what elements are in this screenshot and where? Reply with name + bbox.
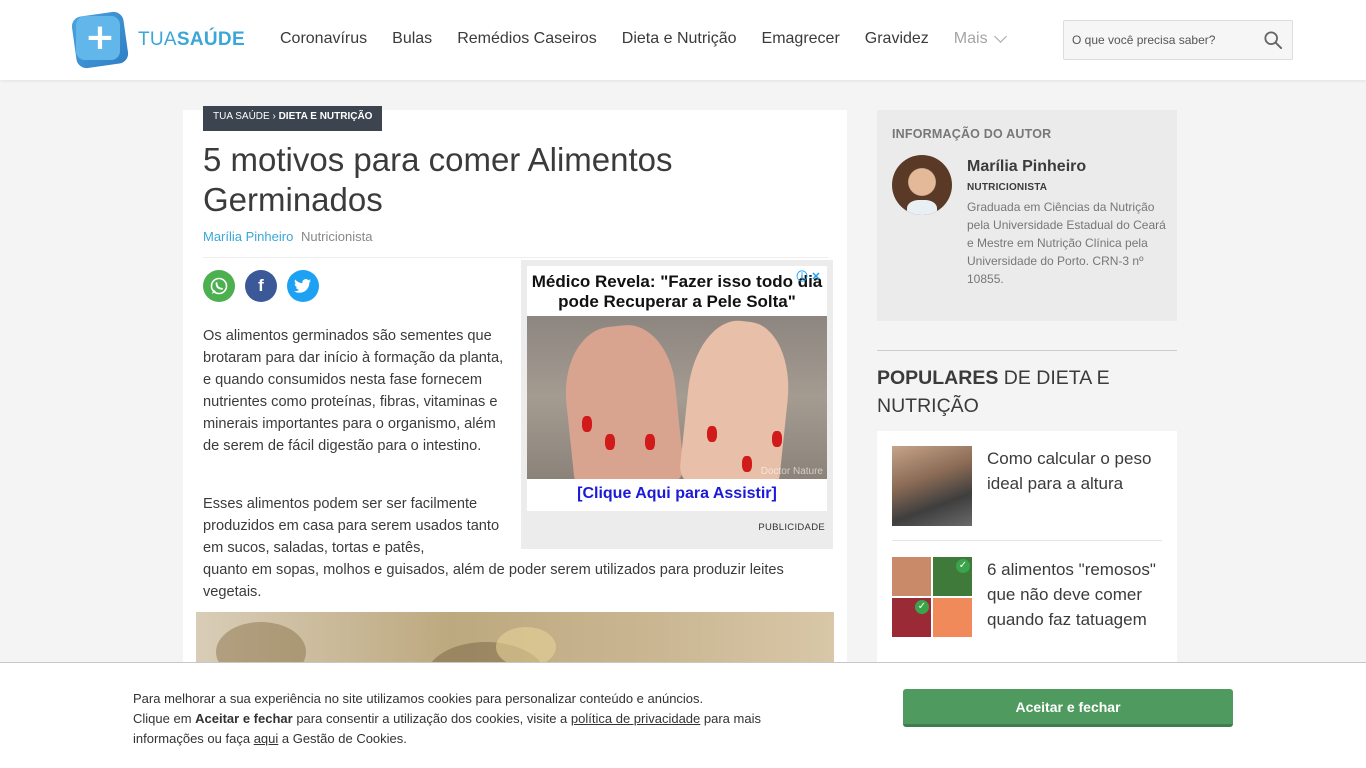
breadcrumb-separator: › bbox=[269, 111, 279, 122]
article-title: 5 motivos para comer Alimentos Germinado… bbox=[203, 141, 673, 218]
nav-item-remedios-caseiros[interactable]: Remédios Caseiros bbox=[457, 30, 597, 48]
ad-info-icon[interactable]: ⓘ bbox=[795, 270, 809, 284]
breadcrumb-home[interactable]: TUA SAÚDE bbox=[213, 111, 270, 122]
article-card: TUA SAÚDE › DIETA E NUTRIÇÃO 5 motivos p… bbox=[183, 106, 847, 712]
popular-item-thumbnail[interactable] bbox=[892, 446, 972, 526]
article-paragraph-continued: quanto em sopas, molhos e guisados, além… bbox=[203, 562, 784, 600]
ad-label: PUBLICIDADE bbox=[758, 522, 825, 533]
author-info-box: INFORMAÇÃO DO AUTOR Marília Pinheiro NUT… bbox=[877, 110, 1177, 321]
cookie-line-1: Para melhorar a sua experiência no site … bbox=[133, 691, 704, 706]
breadcrumb: TUA SAÚDE › DIETA E NUTRIÇÃO bbox=[203, 106, 383, 131]
author-bio: Graduada em Ciências da Nutrição pela Un… bbox=[967, 200, 1166, 286]
twitter-icon[interactable] bbox=[287, 270, 319, 302]
whatsapp-icon[interactable] bbox=[203, 270, 235, 302]
popular-heading: POPULARES DE DIETA E NUTRIÇÃO bbox=[877, 364, 1167, 420]
cookie-message: Para melhorar a sua experiência no site … bbox=[133, 689, 833, 749]
nav-item-gravidez[interactable]: Gravidez bbox=[865, 30, 929, 48]
ad-watermark: Doctor Nature bbox=[760, 466, 823, 477]
search-box bbox=[1063, 20, 1293, 60]
cookie-text-part: para consentir a utilização dos cookies,… bbox=[292, 711, 571, 726]
close-icon[interactable]: ✕ bbox=[809, 270, 823, 284]
search-icon[interactable] bbox=[1264, 31, 1282, 49]
avatar[interactable] bbox=[892, 155, 952, 215]
nav-item-coronavirus[interactable]: Coronavírus bbox=[280, 30, 367, 48]
author-role: NUTRICIONISTA bbox=[967, 182, 1048, 193]
divider bbox=[203, 257, 828, 258]
popular-item-thumbnail[interactable]: ✓ ✓ bbox=[892, 557, 972, 637]
ad-image[interactable]: Doctor Nature bbox=[527, 316, 827, 479]
cookie-text-bold: Aceitar e fechar bbox=[195, 711, 293, 726]
search-input[interactable] bbox=[1064, 21, 1254, 59]
nav-more-dropdown[interactable]: Mais bbox=[953, 30, 1007, 48]
nav-item-bulas[interactable]: Bulas bbox=[392, 30, 432, 48]
check-icon: ✓ bbox=[915, 600, 929, 614]
chevron-down-icon bbox=[993, 30, 1007, 43]
author-role: Nutricionista bbox=[300, 229, 373, 244]
cookie-text-part: a Gestão de Cookies. bbox=[278, 731, 407, 746]
share-buttons: f bbox=[203, 270, 329, 302]
ad-creative[interactable]: Médico Revela: "Fazer isso todo dia pode… bbox=[527, 266, 827, 511]
article-paragraph: Os alimentos germinados são sementes que… bbox=[203, 328, 504, 454]
accept-cookies-button[interactable]: Aceitar e fechar bbox=[903, 689, 1233, 727]
popular-list: Como calcular o peso ideal para a altura… bbox=[877, 431, 1177, 671]
cookie-management-link[interactable]: aqui bbox=[254, 731, 279, 746]
cookie-banner: Para melhorar a sua experiência no site … bbox=[0, 662, 1366, 768]
breadcrumb-section[interactable]: DIETA E NUTRIÇÃO bbox=[279, 111, 373, 122]
popular-item-title[interactable]: Como calcular o peso ideal para a altura bbox=[987, 446, 1167, 496]
ad-cta-link[interactable]: [Clique Aqui para Assistir] bbox=[527, 485, 827, 503]
popular-heading-bold: POPULARES bbox=[877, 367, 999, 389]
article-author: Marília Pinheiro Nutricionista bbox=[203, 229, 372, 244]
privacy-policy-link[interactable]: política de privacidade bbox=[571, 711, 700, 726]
logo-text: TUASAÚDE bbox=[138, 29, 245, 50]
logo-plus-icon: + bbox=[70, 10, 130, 70]
author-name[interactable]: Marília Pinheiro bbox=[967, 158, 1086, 176]
divider bbox=[892, 540, 1162, 541]
site-logo[interactable]: + TUASAÚDE bbox=[70, 10, 245, 70]
popular-item-title[interactable]: 6 alimentos "remosos" que não deve comer… bbox=[987, 557, 1167, 632]
article-paragraph: Esses alimentos podem ser ser facilmente… bbox=[203, 496, 500, 556]
ad-headline[interactable]: Médico Revela: "Fazer isso todo dia pode… bbox=[527, 266, 827, 312]
check-icon: ✓ bbox=[956, 559, 970, 573]
ad-controls: ⓘ ✕ bbox=[795, 270, 823, 284]
nav-item-dieta-nutricao[interactable]: Dieta e Nutrição bbox=[622, 30, 737, 48]
cookie-text-part: Clique em bbox=[133, 711, 196, 726]
nav-item-emagrecer[interactable]: Emagrecer bbox=[762, 30, 840, 48]
nav-more-label: Mais bbox=[953, 30, 988, 47]
advertisement[interactable]: Médico Revela: "Fazer isso todo dia pode… bbox=[521, 260, 833, 549]
author-box-title: INFORMAÇÃO DO AUTOR bbox=[892, 127, 1052, 141]
facebook-icon[interactable]: f bbox=[245, 270, 277, 302]
main-nav: Coronavírus Bulas Remédios Caseiros Diet… bbox=[280, 30, 1030, 48]
author-link[interactable]: Marília Pinheiro bbox=[203, 229, 293, 244]
site-header: + TUASAÚDE Coronavírus Bulas Remédios Ca… bbox=[0, 0, 1366, 80]
divider bbox=[877, 350, 1177, 351]
